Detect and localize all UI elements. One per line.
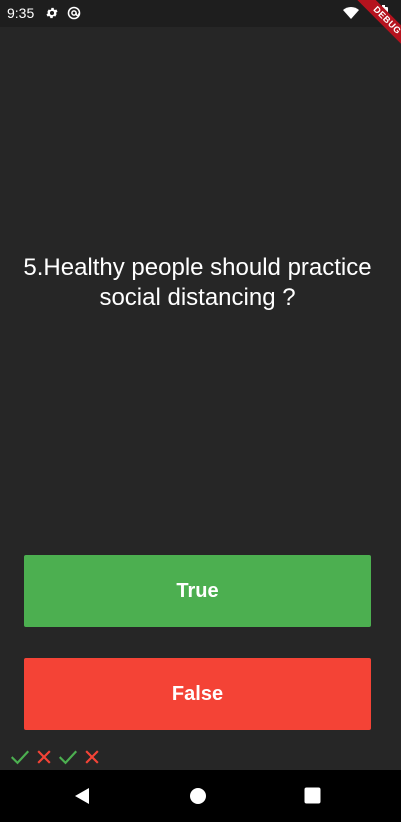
status-time: 9:35 (7, 5, 35, 21)
check-icon (58, 750, 78, 765)
app-screen: 9:35 DEBUG 5.Healthy people should pract… (0, 0, 401, 822)
status-bar: 9:35 (0, 0, 401, 27)
score-keeper (10, 746, 102, 768)
home-icon[interactable] (189, 787, 207, 805)
close-icon (85, 750, 99, 764)
check-icon (10, 750, 30, 765)
close-icon (37, 750, 51, 764)
battery-icon (379, 5, 388, 21)
question-text: 5.Healthy people should practice social … (23, 254, 372, 311)
back-icon[interactable] (73, 787, 91, 805)
wifi-icon (343, 7, 359, 19)
gear-icon (46, 7, 58, 19)
recents-icon[interactable] (304, 787, 321, 804)
true-button[interactable]: True (24, 555, 371, 627)
navigation-bar (0, 770, 401, 822)
at-icon (67, 6, 81, 20)
false-button[interactable]: False (24, 658, 371, 730)
